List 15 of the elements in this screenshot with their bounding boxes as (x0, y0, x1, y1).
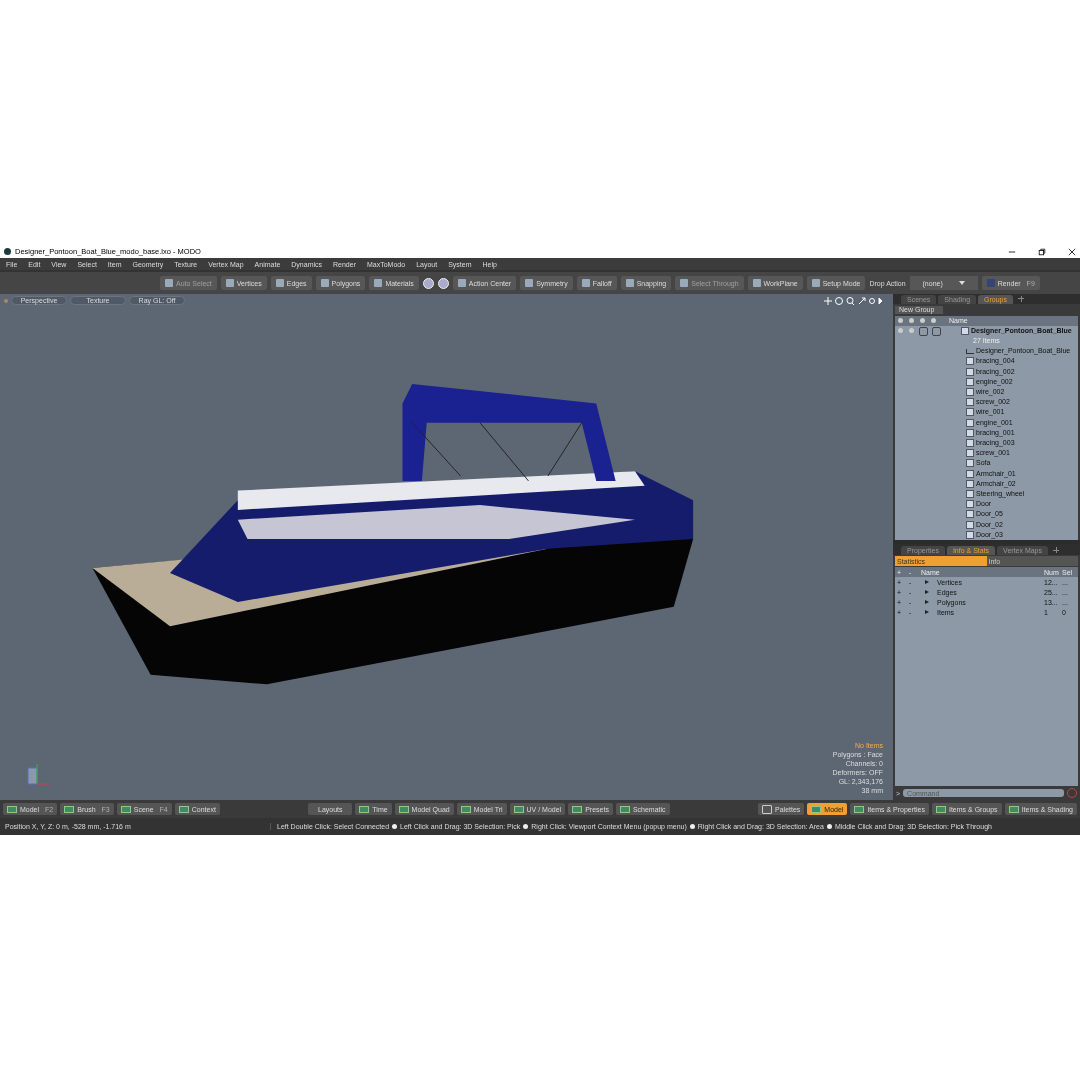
checkbox[interactable] (919, 326, 928, 336)
add-tab-icon[interactable] (1018, 295, 1025, 302)
expand-icon[interactable] (925, 580, 929, 584)
expand-icon[interactable] (925, 590, 929, 594)
close-icon[interactable] (1068, 247, 1076, 256)
dropdown-caret-icon (958, 281, 965, 285)
expand-icon[interactable] (925, 600, 929, 604)
checkbox[interactable] (932, 326, 941, 336)
navigation-icons[interactable] (823, 296, 883, 306)
app-logo-icon (4, 248, 11, 255)
add-tab-icon[interactable] (1053, 547, 1059, 553)
locator-icon (966, 348, 974, 354)
expand-icon[interactable] (925, 610, 929, 614)
restore-icon[interactable] (1038, 247, 1046, 256)
group-icon (961, 326, 969, 335)
